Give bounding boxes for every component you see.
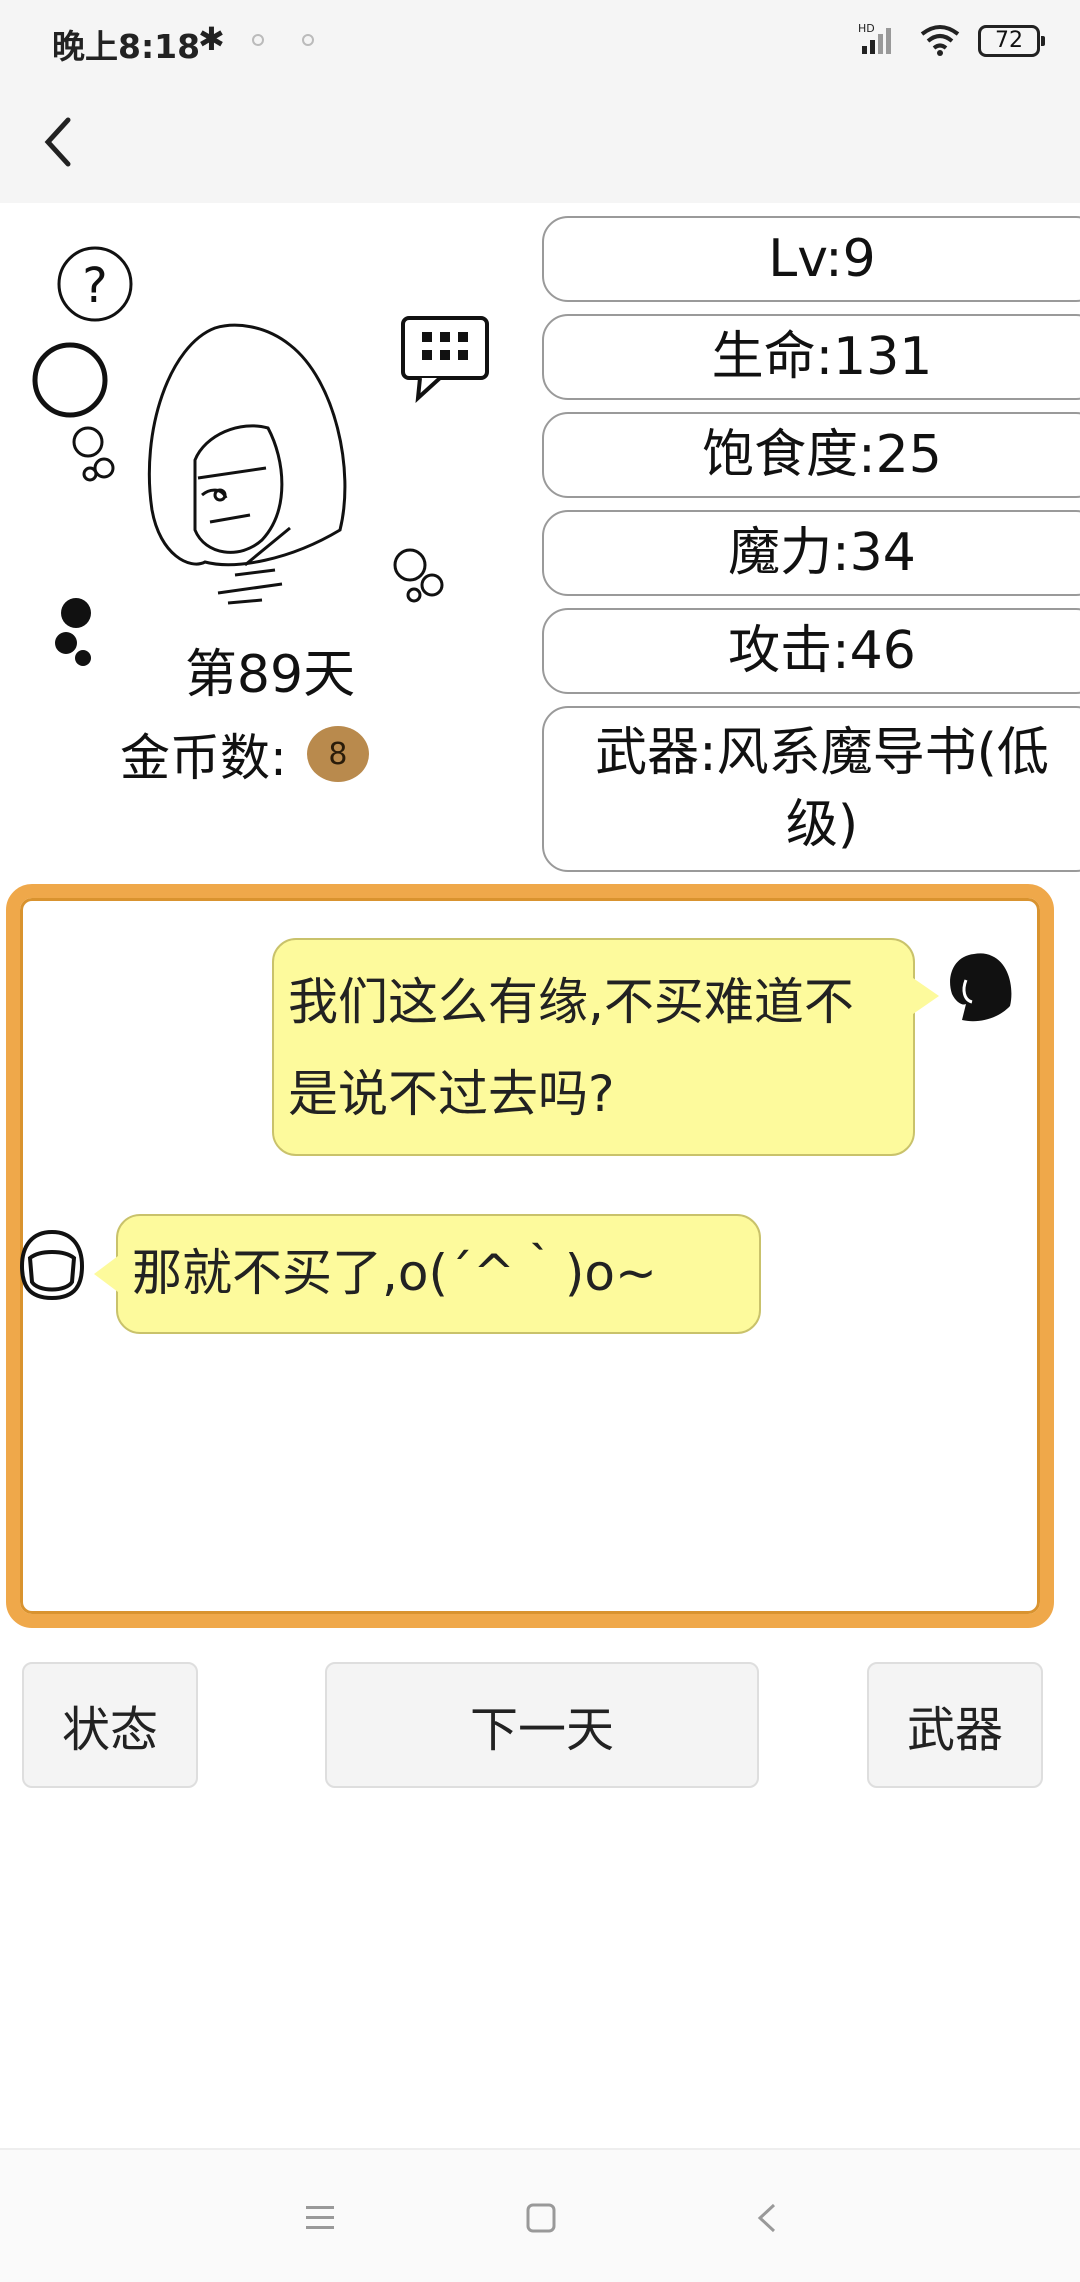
stat-hp: 生命:131 (542, 314, 1080, 400)
home-icon[interactable] (520, 2200, 560, 2236)
bluetooth-icon: ✱ (198, 20, 225, 58)
merchant-avatar-icon (944, 950, 1014, 1030)
coin-row: 金币数: 8 (120, 718, 369, 790)
app-bar (0, 88, 1080, 203)
svg-text:?: ? (82, 258, 107, 314)
chevron-left-icon (44, 117, 71, 167)
character-area: ? (0, 210, 530, 670)
merchant-message-bubble: 我们这么有缘,不买难道不是说不过去吗? (272, 938, 939, 1156)
nav-back-icon[interactable] (748, 2200, 788, 2236)
stat-attack: 攻击:46 (542, 608, 1080, 694)
character-sketch (147, 323, 347, 605)
stat-mana: 魔力:34 (542, 510, 1080, 596)
signal-icon: HD (858, 22, 902, 60)
player-avatar-icon (18, 1228, 86, 1306)
coins-label: 金币数: (120, 729, 287, 787)
day-counter: 第89天 (184, 645, 356, 705)
wifi-icon (918, 22, 962, 60)
battery-icon: 72 (978, 25, 1045, 57)
system-nav-bar (0, 2148, 1080, 2282)
status-button[interactable]: 状态 (22, 1662, 198, 1788)
player-message-bubble: 那就不买了,o(´^｀)o~ (94, 1214, 761, 1334)
stat-level: Lv:9 (542, 216, 1080, 302)
svg-text:HD: HD (858, 22, 875, 35)
weapon-button[interactable]: 武器 (867, 1662, 1043, 1788)
notification-icon (302, 34, 314, 46)
back-button[interactable] (36, 110, 80, 174)
coin-count-badge: 8 (306, 726, 369, 782)
chat-icon[interactable] (401, 316, 489, 403)
help-icon[interactable]: ? (57, 246, 133, 322)
menu-icon[interactable] (300, 2200, 340, 2236)
stat-weapon: 武器:风系魔导书(低级) (542, 706, 1080, 872)
status-time: 晚上8:18 (52, 27, 201, 66)
notification-icon (252, 34, 264, 46)
bubbles-decor-icon (32, 342, 444, 666)
next-day-button[interactable]: 下一天 (325, 1662, 759, 1788)
stat-satiety: 饱食度:25 (542, 412, 1080, 498)
status-bar: 晚上8:18 ✱ HD 72 (0, 0, 1080, 88)
